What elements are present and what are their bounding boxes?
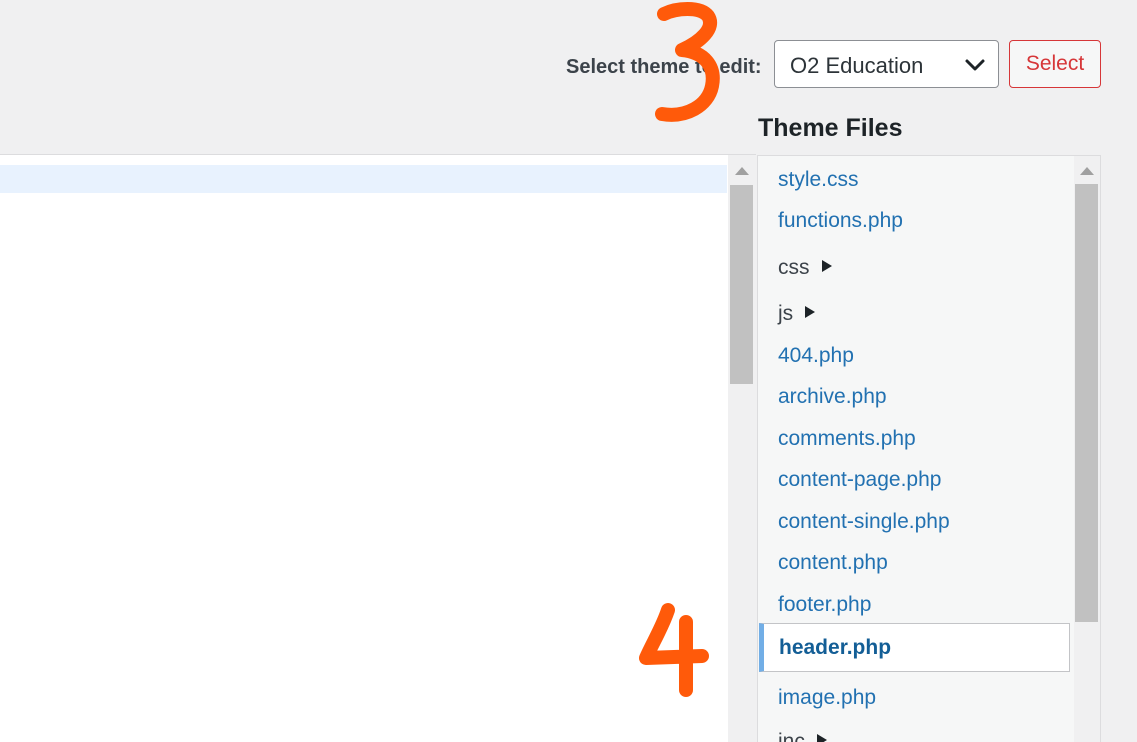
editor-scroll-thumb[interactable] [730, 185, 753, 384]
selected-file-label: header.php [779, 636, 892, 659]
file-list-scroll-thumb[interactable] [1075, 184, 1098, 622]
file-link-404-php[interactable]: 404.php [778, 344, 854, 368]
folder-label: inc [778, 730, 805, 742]
caret-right-icon [816, 734, 827, 742]
editor-scrollbar[interactable] [728, 155, 756, 742]
file-link-content-php[interactable]: content.php [778, 551, 888, 575]
file-link-archive-php[interactable]: archive.php [778, 385, 887, 409]
scroll-up-arrow-icon[interactable] [1080, 167, 1094, 175]
file-list-scrollbar[interactable] [1074, 156, 1100, 742]
folder-css[interactable]: css [778, 256, 832, 280]
file-link-functions-php[interactable]: functions.php [778, 209, 903, 233]
annotation-step-4: 4 [639, 603, 709, 697]
theme-file-editor: Select theme to edit: O2 Education Selec… [0, 0, 1137, 742]
select-theme-button[interactable]: Select [1009, 40, 1101, 88]
file-link-footer-php[interactable]: footer.php [778, 593, 871, 617]
theme-files-list: style.css functions.php css js 404.php a… [757, 155, 1101, 742]
file-link-style-css[interactable]: style.css [778, 168, 859, 192]
editor-active-line [0, 165, 727, 193]
scroll-up-arrow-icon[interactable] [735, 167, 749, 175]
caret-right-icon [805, 306, 816, 318]
folder-js[interactable]: js [778, 302, 816, 326]
theme-files-heading: Theme Files [758, 114, 903, 142]
folder-label: js [778, 302, 794, 325]
chevron-down-icon [965, 59, 985, 71]
file-link-comments-php[interactable]: comments.php [778, 427, 916, 451]
caret-right-icon [821, 260, 832, 272]
theme-select-dropdown[interactable]: O2 Education [774, 40, 999, 88]
folder-inc[interactable]: inc [778, 730, 827, 742]
file-link-image-php[interactable]: image.php [778, 686, 876, 710]
folder-label: css [778, 256, 810, 279]
annotation-step-3: 3 [655, 2, 720, 122]
file-link-content-single-php[interactable]: content-single.php [778, 510, 950, 534]
theme-select-value: O2 Education [790, 53, 924, 78]
file-link-header-php[interactable]: header.php [759, 623, 1070, 672]
file-link-content-page-php[interactable]: content-page.php [778, 468, 941, 492]
